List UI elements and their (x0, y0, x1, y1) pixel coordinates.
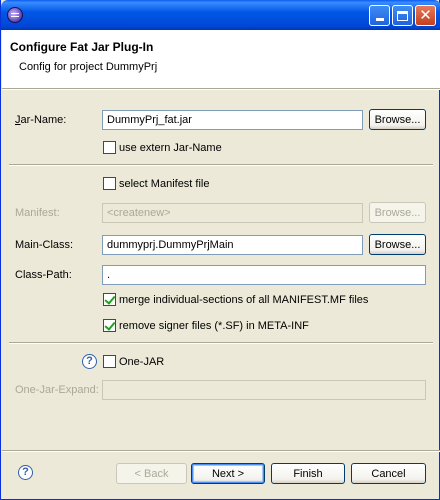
remove-signer-checkbox[interactable] (103, 319, 116, 332)
eclipse-icon (7, 7, 23, 23)
title-bar[interactable]: ✕ (1, 0, 440, 30)
section-divider-1 (9, 164, 433, 166)
manifest-label: Manifest: (15, 207, 60, 219)
maximize-icon (397, 10, 408, 21)
use-extern-checkbox[interactable] (103, 141, 116, 154)
back-button: < Back (116, 463, 187, 484)
one-jar-expand-label: One-Jar-Expand: (15, 384, 99, 396)
minimize-button[interactable] (369, 5, 390, 26)
minimize-icon (375, 18, 384, 21)
page-title: Configure Fat Jar Plug-In (10, 40, 154, 54)
page-subtitle: Config for project DummyPrj (19, 61, 158, 73)
select-manifest-label: select Manifest file (119, 178, 210, 190)
close-icon: ✕ (419, 7, 432, 24)
finish-button[interactable]: Finish (271, 463, 345, 484)
one-jar-checkbox[interactable] (103, 355, 116, 368)
merge-manifest-label: merge individual-sections of all MANIFES… (119, 294, 369, 306)
class-path-label: Class-Path: (15, 269, 72, 281)
close-button[interactable]: ✕ (415, 5, 436, 26)
header-divider (2, 88, 440, 90)
one-jar-help-icon[interactable]: ? (82, 354, 97, 369)
class-path-input[interactable]: . (102, 265, 426, 285)
one-jar-expand-input (102, 380, 426, 400)
maximize-button[interactable] (392, 5, 413, 26)
jar-name-label-text: ar-Name: (20, 114, 67, 126)
main-class-label: Main-Class: (15, 239, 74, 251)
merge-manifest-checkbox[interactable] (103, 293, 116, 306)
manifest-browse-button: Browse... (369, 202, 426, 223)
main-class-browse-button[interactable]: Browse... (369, 234, 426, 255)
jar-name-browse-button[interactable]: Browse... (369, 109, 426, 130)
dialog-window: ✕ Configure Fat Jar Plug-In Config for p… (0, 0, 440, 500)
cancel-button[interactable]: Cancel (351, 463, 426, 484)
footer-divider (2, 450, 440, 452)
jar-name-input[interactable]: DummyPrj_fat.jar (102, 110, 363, 130)
jar-name-label: Jar-Name: (15, 114, 67, 126)
section-divider-2 (9, 342, 433, 344)
remove-signer-label: remove signer files (*.SF) in META-INF (119, 320, 309, 332)
next-button[interactable]: Next > (191, 463, 265, 484)
use-extern-label: use extern Jar-Name (119, 142, 222, 154)
select-manifest-checkbox[interactable] (103, 177, 116, 190)
footer-help-icon[interactable]: ? (18, 465, 33, 480)
manifest-input: <createnew> (102, 203, 363, 223)
main-class-input[interactable]: dummyprj.DummyPrjMain (102, 235, 363, 255)
one-jar-label: One-JAR (119, 356, 165, 368)
wizard-header: Configure Fat Jar Plug-In Config for pro… (2, 30, 440, 88)
